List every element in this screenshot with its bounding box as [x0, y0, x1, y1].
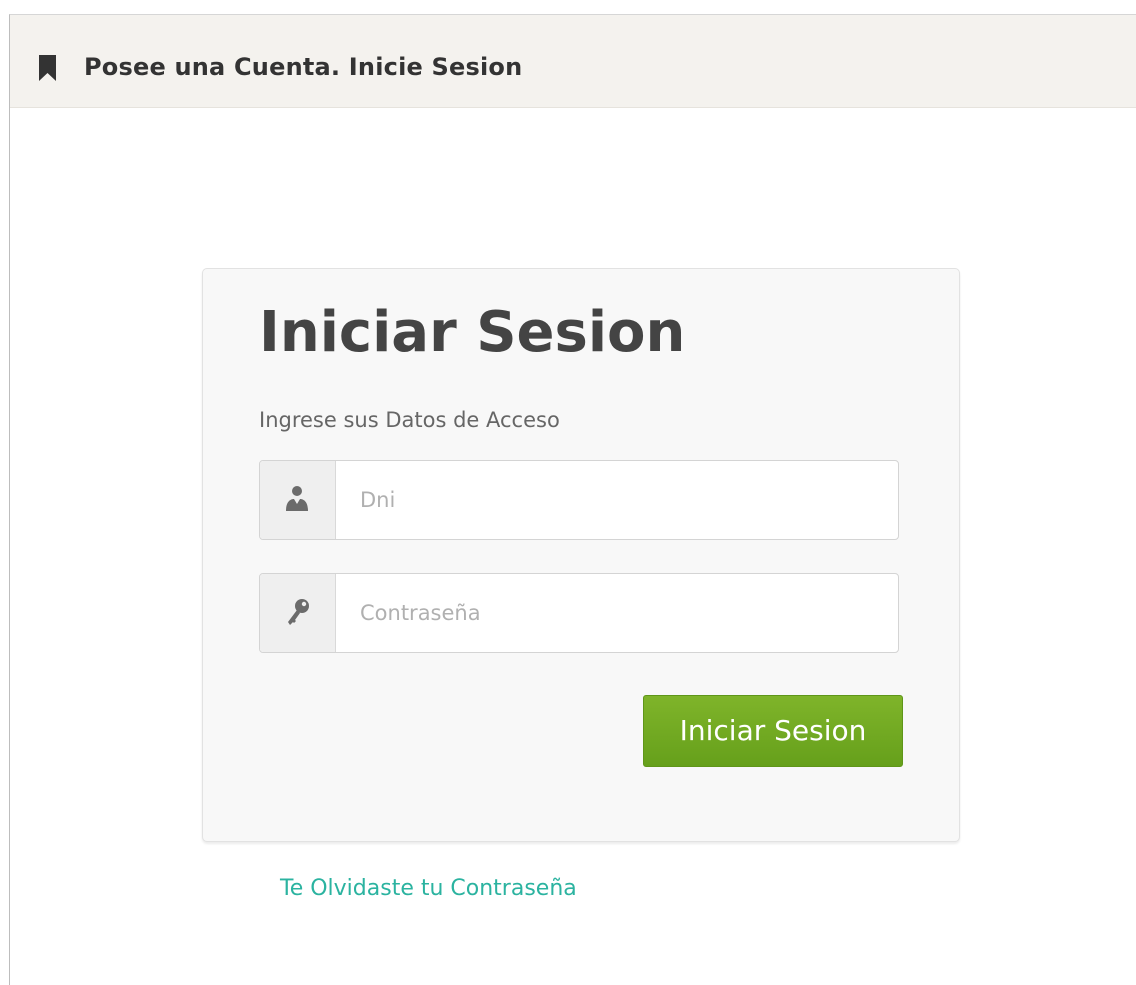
- password-addon: [260, 574, 336, 652]
- dni-input-group: [259, 460, 899, 540]
- panel-header: Posee una Cuenta. Inicie Sesion: [10, 15, 1136, 108]
- bookmark-icon: [39, 55, 56, 81]
- dni-input[interactable]: [336, 461, 898, 539]
- login-subtitle: Ingrese sus Datos de Acceso: [259, 408, 560, 432]
- user-icon: [286, 486, 308, 511]
- password-input-group: [259, 573, 899, 653]
- forgot-password-link[interactable]: Te Olvidaste tu Contraseña: [280, 876, 577, 901]
- key-icon: [288, 599, 309, 625]
- password-input[interactable]: [336, 574, 898, 652]
- login-submit-button[interactable]: Iniciar Sesion: [643, 695, 903, 767]
- login-page-frame: Posee una Cuenta. Inicie Sesion Iniciar …: [9, 14, 1136, 985]
- login-title: Iniciar Sesion: [259, 300, 686, 365]
- panel-title: Posee una Cuenta. Inicie Sesion: [84, 53, 523, 81]
- login-card: Iniciar Sesion Ingrese sus Datos de Acce…: [202, 268, 960, 842]
- dni-addon: [260, 461, 336, 539]
